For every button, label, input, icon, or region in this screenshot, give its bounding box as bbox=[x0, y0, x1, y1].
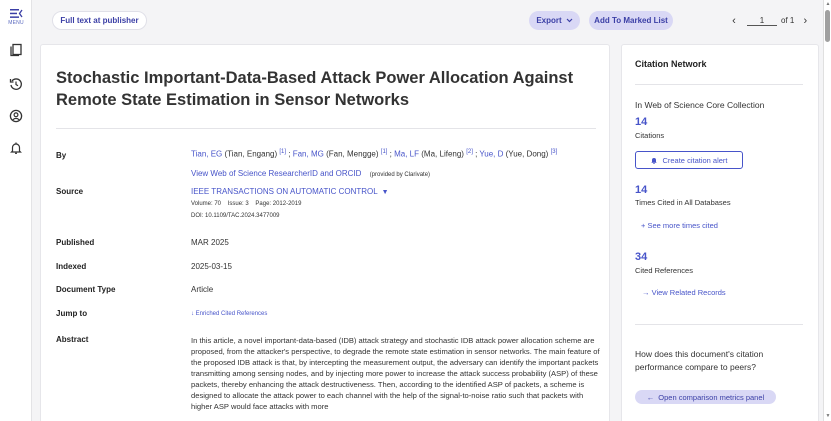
source-journal-row[interactable]: IEEE TRANSACTIONS ON AUTOMATIC CONTROL ▼ bbox=[191, 187, 389, 196]
title-divider bbox=[56, 128, 596, 129]
bookmark-stack-icon bbox=[10, 43, 22, 57]
comparison-question: How does this document's citation perfor… bbox=[635, 349, 764, 372]
view-related-records-link[interactable]: → View Related Records bbox=[642, 288, 726, 297]
page-range-value: Page: 2012-2019 bbox=[255, 201, 302, 207]
export-button[interactable]: Export bbox=[529, 11, 580, 30]
times-cited-count[interactable]: 14 bbox=[635, 184, 647, 196]
full-text-button[interactable]: Full text at publisher bbox=[52, 11, 147, 30]
arrow-right-icon: → bbox=[642, 288, 650, 297]
jump-to-label: Jump to bbox=[56, 309, 88, 318]
citations-label: Citations bbox=[635, 131, 665, 140]
affiliation-ref[interactable]: [1] bbox=[279, 149, 286, 155]
menu-button[interactable]: MENU bbox=[0, 8, 32, 26]
author-fullname: (Fan, Mengge) bbox=[326, 149, 379, 159]
scrollbar-thumb[interactable] bbox=[825, 10, 830, 42]
view-related-label: View Related Records bbox=[651, 288, 726, 297]
menu-icon bbox=[10, 9, 23, 18]
researcher-id-link[interactable]: View Web of Science ResearcherID and ORC… bbox=[191, 169, 361, 178]
volume-issue-page: Volume: 70 Issue: 3 Page: 2012-2019 bbox=[191, 201, 301, 207]
published-value: MAR 2025 bbox=[191, 238, 229, 247]
plus-icon: + bbox=[641, 221, 646, 230]
author-link[interactable]: Ma, LF bbox=[394, 150, 419, 159]
open-comparison-label: Open comparison metrics panel bbox=[658, 392, 765, 402]
source-label: Source bbox=[56, 187, 84, 196]
abstract-label: Abstract bbox=[56, 335, 89, 344]
author-link[interactable]: Fan, MG bbox=[293, 150, 324, 159]
see-more-times-cited-link[interactable]: + See more times cited bbox=[641, 221, 718, 230]
rail-item-alerts[interactable] bbox=[0, 141, 32, 155]
panel-divider bbox=[635, 324, 803, 325]
rail-item-history[interactable] bbox=[0, 77, 32, 91]
authors-list: Tian, EG (Tian, Engang) [1] ; Fan, MG (F… bbox=[191, 149, 558, 159]
document-type-value: Article bbox=[191, 285, 214, 294]
add-to-marked-list-button[interactable]: Add To Marked List bbox=[589, 11, 673, 30]
author-link[interactable]: Tian, EG bbox=[191, 150, 222, 159]
create-citation-alert-button[interactable]: Create citation alert bbox=[635, 151, 743, 169]
author-fullname: (Yue, Dong) bbox=[505, 149, 549, 159]
open-comparison-metrics-button[interactable]: ← Open comparison metrics panel bbox=[635, 390, 776, 404]
chevron-down-icon bbox=[566, 18, 573, 23]
volume-value: Volume: 70 bbox=[191, 201, 222, 207]
affiliation-ref[interactable]: [3] bbox=[551, 149, 558, 155]
citation-network-panel: Citation Network In Web of Science Core … bbox=[621, 44, 819, 421]
arrow-left-icon: ← bbox=[646, 392, 655, 402]
citations-count[interactable]: 14 bbox=[635, 116, 647, 128]
page-scrollbar[interactable]: ▲ ▼ bbox=[823, 0, 831, 421]
times-cited-label: Times Cited in All Databases bbox=[635, 198, 731, 207]
bell-icon bbox=[651, 158, 658, 164]
author-fullname: (Ma, Lifeng) bbox=[421, 149, 464, 159]
issue-value: Issue: 3 bbox=[227, 201, 249, 207]
record-card: Stochastic Important-Data-Based Attack P… bbox=[40, 44, 610, 421]
affiliation-ref[interactable]: [2] bbox=[466, 149, 473, 155]
page-number-input[interactable]: 1 bbox=[747, 16, 777, 26]
caret-down-icon[interactable]: ▼ bbox=[382, 189, 389, 196]
user-circle-icon bbox=[9, 109, 23, 123]
menu-label: MENU bbox=[8, 20, 24, 26]
scroll-up-icon[interactable]: ▲ bbox=[824, 1, 831, 7]
document-type-label: Document Type bbox=[56, 285, 116, 294]
arrow-down-icon: ↓ bbox=[191, 311, 194, 317]
author-link[interactable]: Yue, D bbox=[479, 150, 503, 159]
rail-item-profile[interactable] bbox=[0, 109, 32, 123]
doi-value: DOI: 10.1109/TAC.2024.3477009 bbox=[191, 213, 280, 219]
create-citation-alert-label: Create citation alert bbox=[662, 155, 728, 165]
indexed-label: Indexed bbox=[56, 262, 87, 271]
published-label: Published bbox=[56, 238, 95, 247]
researcher-id-row: View Web of Science ResearcherID and ORC… bbox=[191, 169, 430, 178]
top-toolbar: Full text at publisher Export Add To Mar… bbox=[32, 0, 823, 40]
see-more-label: See more times cited bbox=[647, 221, 718, 230]
scroll-down-icon[interactable]: ▼ bbox=[824, 413, 831, 419]
citation-network-title: Citation Network bbox=[635, 59, 707, 69]
enriched-refs-link[interactable]: Enriched Cited References bbox=[196, 311, 268, 317]
cited-references-count[interactable]: 34 bbox=[635, 251, 647, 263]
abstract-text: In this article, a novel important-data-… bbox=[191, 336, 600, 411]
author-fullname: (Tian, Engang) bbox=[224, 149, 278, 159]
provided-by-note: (provided by Clarivate) bbox=[369, 172, 431, 178]
jump-to-link[interactable]: ↓ Enriched Cited References bbox=[191, 311, 267, 317]
page-total: of 1 bbox=[781, 16, 795, 25]
affiliation-ref[interactable]: [1] bbox=[381, 149, 388, 155]
left-rail: MENU bbox=[0, 0, 32, 421]
pagination: ‹ 1 of 1 › bbox=[727, 11, 812, 30]
bell-icon bbox=[10, 142, 22, 154]
page-title: Stochastic Important-Data-Based Attack P… bbox=[56, 69, 574, 109]
rail-item-saved[interactable] bbox=[0, 43, 32, 57]
next-page-icon[interactable]: › bbox=[798, 15, 812, 27]
export-label: Export bbox=[536, 16, 562, 25]
previous-page-icon[interactable]: ‹ bbox=[727, 15, 741, 27]
collection-label: In Web of Science Core Collection bbox=[635, 100, 765, 110]
history-icon bbox=[9, 78, 22, 90]
source-journal-link[interactable]: IEEE TRANSACTIONS ON AUTOMATIC CONTROL bbox=[191, 187, 377, 196]
cited-references-label: Cited References bbox=[635, 266, 693, 275]
panel-divider bbox=[635, 84, 803, 85]
by-label: By bbox=[56, 151, 67, 160]
indexed-value: 2025-03-15 bbox=[191, 262, 232, 271]
